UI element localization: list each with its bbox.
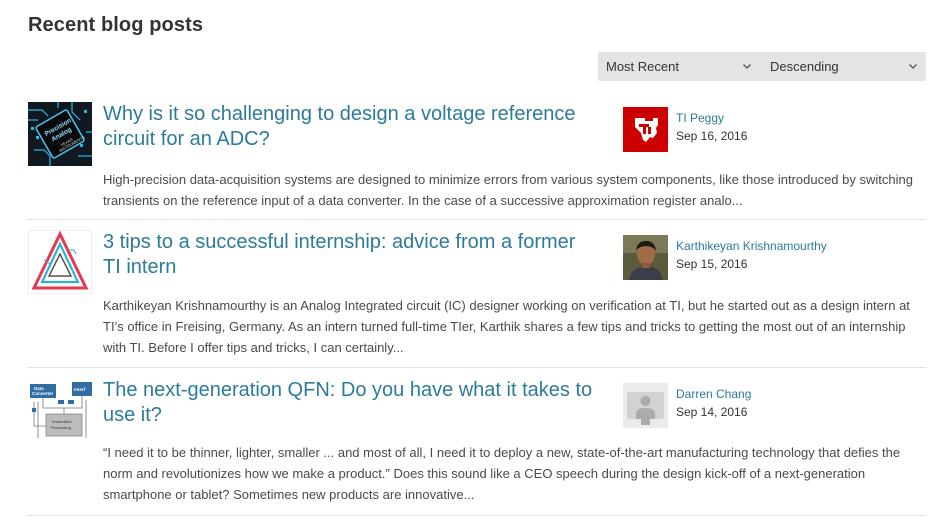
post-date: Sep 14, 2016	[676, 405, 748, 419]
author-avatar[interactable]	[623, 383, 668, 428]
author-name-link[interactable]: TI Peggy	[676, 111, 724, 125]
post-title-link[interactable]: The next-generation QFN: Do you have wha…	[103, 378, 593, 428]
ti-logo-icon	[623, 107, 668, 152]
post-thumbnail[interactable]: Precision Analog TEXAS INSTRUMENTS	[28, 102, 92, 166]
blog-post-item: 3 tips to a successful internship: advic…	[28, 230, 926, 368]
precision-analog-chip-image: Precision Analog TEXAS INSTRUMENTS	[28, 102, 92, 166]
post-excerpt: “I need it to be thinner, lighter, small…	[103, 445, 901, 502]
post-thumbnail[interactable]: Data Converter Interf Embedded Processin…	[28, 378, 92, 442]
post-title-link[interactable]: 3 tips to a successful internship: advic…	[103, 230, 593, 280]
sort-by-value: Most Recent	[606, 59, 679, 74]
blog-post-item: Precision Analog TEXAS INSTRUMENTS Why i…	[28, 102, 926, 220]
sort-order-value: Descending	[770, 59, 839, 74]
author-name-link[interactable]: Darren Chang	[676, 387, 751, 401]
author-avatar[interactable]	[623, 107, 668, 152]
post-thumbnail[interactable]	[28, 230, 92, 294]
author-name-link[interactable]: Karthikeyan Krishnamourthy	[676, 239, 827, 253]
svg-text:Interf: Interf	[74, 387, 86, 392]
author-avatar[interactable]	[623, 235, 668, 280]
svg-text:Embedded: Embedded	[52, 419, 71, 424]
user-photo	[623, 235, 668, 280]
default-avatar-icon	[623, 383, 668, 428]
sort-by-select[interactable]: Most Recent	[598, 52, 762, 81]
page-title: Recent blog posts	[28, 14, 204, 36]
svg-text:Converter: Converter	[32, 391, 54, 396]
block-diagram-image: Data Converter Interf Embedded Processin…	[28, 378, 92, 442]
post-excerpt: High-precision data-acquisition systems …	[103, 172, 913, 208]
svg-text:Processing: Processing	[51, 425, 71, 430]
sort-controls: Most Recent Descending	[598, 52, 926, 81]
sort-order-select[interactable]: Descending	[762, 52, 926, 81]
chevron-down-icon	[908, 52, 918, 81]
post-date: Sep 15, 2016	[676, 257, 748, 271]
post-date: Sep 16, 2016	[676, 129, 748, 143]
triangle-circuit-image	[28, 230, 92, 294]
post-excerpt: Karthikeyan Krishnamourthy is an Analog …	[103, 298, 910, 355]
post-title-link[interactable]: Why is it so challenging to design a vol…	[103, 102, 593, 152]
blog-post-item: Data Converter Interf Embedded Processin…	[28, 378, 926, 516]
chevron-down-icon	[742, 52, 752, 81]
